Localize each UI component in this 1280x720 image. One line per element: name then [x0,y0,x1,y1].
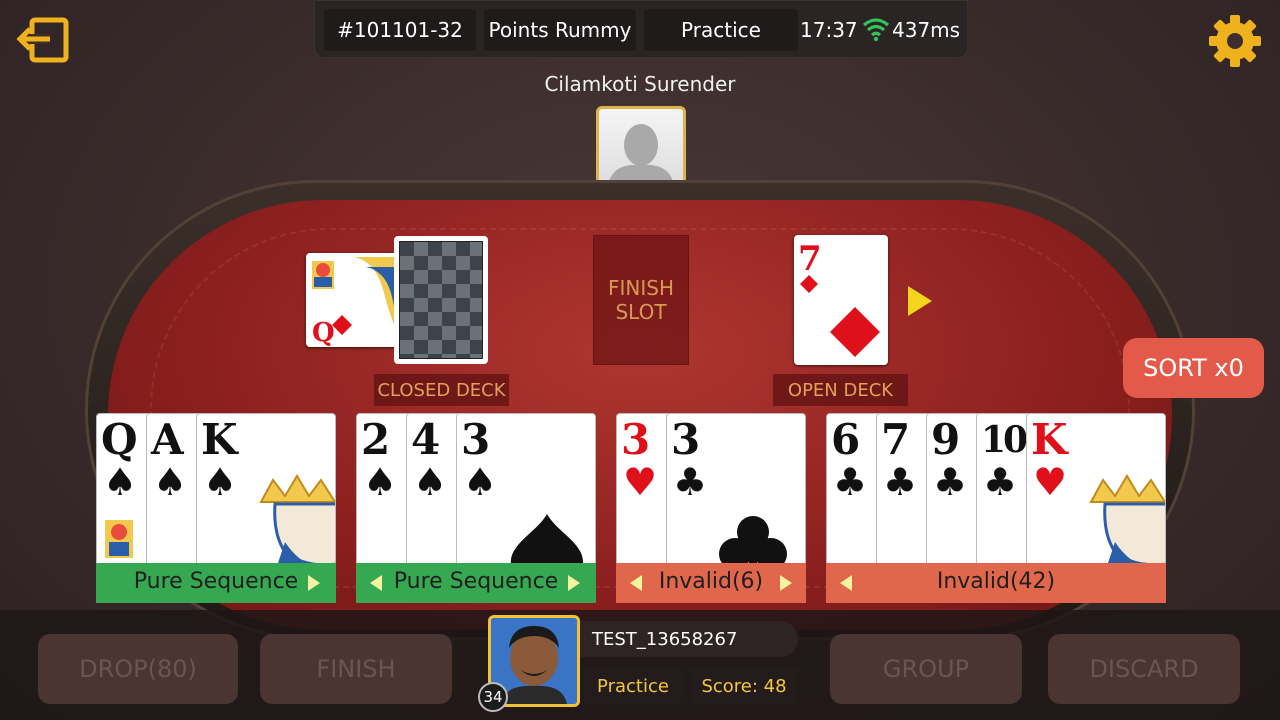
game-mode: Practice [644,9,798,51]
latency: 437ms [892,18,961,42]
club-icon: ♣ [933,460,968,504]
player-name: TEST_13658267 [580,621,798,657]
card-rank: 4 [411,415,441,464]
hand-card[interactable]: K ♠ [196,413,336,573]
club-icon: ♣ [883,460,918,504]
group-button[interactable]: GROUP [830,634,1022,704]
finish-slot[interactable]: FINISH SLOT [593,235,689,365]
club-icon: ♣ [983,460,1018,504]
card-rank: A [151,415,184,464]
gear-icon[interactable] [1206,12,1264,70]
club-icon: ♣ [833,460,868,504]
arrow-right-icon[interactable] [568,575,580,591]
hand-card[interactable]: 3 ♣ [666,413,806,573]
group-status-text: Pure Sequence [393,569,559,594]
diamond-icon [830,307,880,357]
group-status-text: Pure Sequence [133,569,299,594]
heart-icon: ♥ [623,460,658,504]
joker-rank: Q [312,318,335,347]
player-score: Score: 48 [690,668,798,704]
card-rank: Q [101,415,138,464]
card-rank: 3 [621,415,651,464]
sort-button[interactable]: SORT x0 [1123,338,1264,398]
card-rank: 3 [461,415,491,464]
card-rank: 3 [671,415,701,464]
card-rank: 10 [981,419,1028,461]
joker-mark-icon [105,520,133,558]
joker-card: Q [306,253,398,347]
game-type: Points Rummy [484,9,636,51]
opponent-name: Cilamkoti Surender [544,72,736,96]
diamond-icon [800,275,818,293]
finish-slot-line2: SLOT [615,300,667,324]
group-status-label: Pure Sequence [96,563,336,603]
king-face-icon [259,474,335,572]
exit-icon[interactable] [14,16,72,66]
user-silhouette-icon [607,124,675,191]
group-status-label: Invalid(6) [616,563,806,603]
group-status-label: Invalid(42) [826,563,1166,603]
spade-icon: ♠ [463,460,498,504]
group-status-text: Invalid(6) [658,569,764,594]
arrow-right-icon[interactable] [308,575,320,591]
turn-indicator-arrow [908,286,932,316]
group-status-text: Invalid(42) [936,569,1056,594]
discard-button[interactable]: DISCARD [1048,634,1240,704]
spade-icon: ♠ [413,460,448,504]
closed-deck[interactable] [394,236,488,364]
diamond-icon [332,315,352,335]
wifi-icon [862,18,890,42]
arrow-right-icon[interactable] [780,575,792,591]
card-rank: 9 [931,415,961,464]
card-rank: 7 [881,415,911,464]
open-deck-label: OPEN DECK [773,374,908,406]
heart-icon: ♥ [1033,460,1068,504]
drop-button[interactable]: DROP(80) [38,634,238,704]
card-rank: K [201,415,238,464]
player-mode: Practice [584,668,682,704]
spade-icon: ♠ [203,460,238,504]
king-face-icon [1089,474,1165,572]
hand-card[interactable]: K ♥ [1026,413,1166,573]
spade-icon: ♠ [153,460,188,504]
open-deck-card[interactable]: 7 [794,235,888,365]
finish-button[interactable]: FINISH [260,634,452,704]
card-back-pattern [399,241,483,359]
finish-slot-line1: FINISH [608,276,674,300]
hand-card[interactable]: 3 ♠ [456,413,596,573]
clock: 17:37 [800,18,858,42]
spade-icon: ♠ [103,460,138,504]
card-rank: 2 [361,415,391,464]
card-rank: 6 [831,415,861,464]
card-rank: K [1031,415,1068,464]
club-icon: ♣ [673,460,708,504]
table-id: #101101-32 [324,9,476,51]
closed-deck-label: CLOSED DECK [374,374,509,406]
group-status-label: Pure Sequence [356,563,596,603]
spade-icon: ♠ [363,460,398,504]
player-level-badge: 34 [478,682,508,712]
